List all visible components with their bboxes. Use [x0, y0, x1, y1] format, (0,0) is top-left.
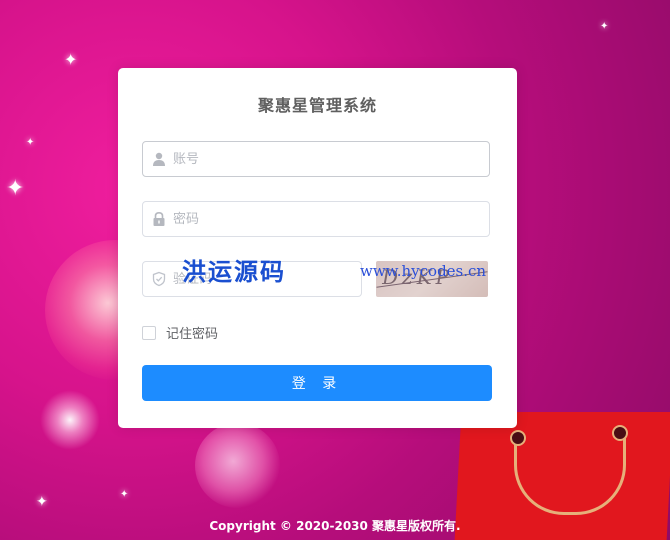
user-icon	[153, 152, 165, 166]
bokeh-light	[40, 390, 100, 450]
password-input[interactable]	[173, 202, 479, 236]
password-field[interactable]	[142, 201, 490, 237]
sparkle-icon: ✦	[600, 21, 609, 32]
sparkle-icon: ✦	[120, 489, 129, 500]
account-field[interactable]	[142, 141, 490, 177]
sparkle-icon: ✦	[26, 137, 35, 148]
shopping-bag-rivet	[510, 430, 526, 446]
shopping-bag-handle	[514, 432, 626, 515]
page-title: 聚惠星管理系统	[257, 96, 377, 115]
sparkle-icon: ✦	[36, 494, 48, 510]
copyright-footer: Copyright © 2020-2030 聚惠星版权所有.	[209, 519, 461, 533]
sparkle-icon: ✦	[6, 176, 25, 201]
shopping-bag-rivet	[612, 425, 628, 441]
remember-password[interactable]: 记住密码	[142, 323, 218, 342]
login-card: 聚惠星管理系统 DzKP 记住密码 登 录	[118, 68, 517, 428]
remember-label: 记住密码	[166, 327, 219, 342]
sparkle-icon: ✦	[64, 50, 78, 69]
remember-checkbox[interactable]	[142, 325, 156, 340]
watermark-url: www.hycodes.cn	[360, 262, 487, 280]
bokeh-light	[195, 423, 280, 508]
login-button[interactable]: 登 录	[142, 365, 492, 401]
lock-icon	[153, 211, 165, 226]
watermark-text: 洪运源码	[182, 257, 286, 286]
shield-check-icon	[152, 271, 166, 287]
account-input[interactable]	[173, 142, 479, 176]
